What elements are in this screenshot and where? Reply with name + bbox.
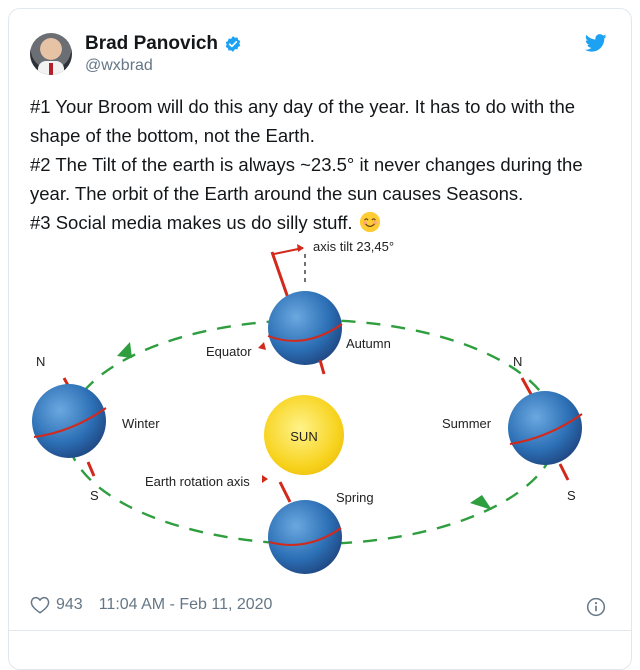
- avatar[interactable]: [30, 33, 72, 75]
- axis-tilt-label: axis tilt 23,45°: [313, 239, 394, 254]
- north-label-right: N: [513, 354, 522, 369]
- orbit-arrow-left: [117, 342, 132, 358]
- winter-label: Winter: [122, 416, 160, 431]
- tilt-arrow: [297, 244, 304, 252]
- earth-autumn: [268, 291, 342, 365]
- tweet-line: #3 Social media makes us do silly stuff.: [30, 212, 353, 233]
- verified-icon: [225, 36, 241, 52]
- tweet-line: #2 The Tilt of the earth is always ~23.5…: [30, 154, 583, 175]
- sun-label: SUN: [290, 429, 317, 444]
- earth-winter: [32, 384, 106, 458]
- equator-pointer: [258, 342, 266, 350]
- orbit-arrow-right: [470, 495, 492, 510]
- rotation-axis-label: Earth rotation axis: [145, 474, 250, 489]
- twitter-bird-icon[interactable]: [585, 34, 607, 52]
- tilt-axis-bottom-top: [278, 481, 292, 503]
- heart-icon[interactable]: [30, 596, 50, 614]
- author-row: Brad Panovich: [85, 33, 242, 55]
- info-icon[interactable]: [586, 597, 606, 617]
- tilt-axis-top-bottom: [318, 359, 326, 375]
- summer-label: Summer: [442, 416, 492, 431]
- tilt-axis-left-bottom: [86, 461, 96, 477]
- earth-summer: [508, 391, 582, 465]
- author-handle[interactable]: @wxbrad: [85, 57, 153, 75]
- tweet-footer: 943 11:04 AM - Feb 11, 2020: [30, 596, 272, 614]
- author-name[interactable]: Brad Panovich: [85, 33, 218, 55]
- spring-label: Spring: [336, 490, 374, 505]
- tweet-text: #1 Your Broom will do this any day of th…: [30, 92, 620, 237]
- autumn-label: Autumn: [346, 336, 391, 351]
- timestamp[interactable]: 11:04 AM - Feb 11, 2020: [99, 596, 273, 614]
- tweet-line: shape of the bottom, not the Earth.: [30, 125, 315, 146]
- footer-divider: [8, 630, 632, 631]
- seasons-diagram[interactable]: SUN axis tilt 23,45° Equator Autumn N S …: [22, 232, 620, 582]
- tilt-axis-right-bottom: [558, 463, 570, 481]
- equator-label: Equator: [206, 344, 252, 359]
- like-count[interactable]: 943: [56, 596, 83, 614]
- earth-spring: [268, 500, 342, 574]
- tilt-axis-top: [270, 251, 290, 299]
- south-label-left: S: [90, 488, 99, 503]
- smile-emoji-icon: [359, 211, 380, 233]
- tweet-line: year. The orbit of the Earth around the …: [30, 183, 524, 204]
- north-label-left: N: [36, 354, 45, 369]
- south-label-right: S: [567, 488, 576, 503]
- rotation-axis-pointer: [262, 475, 268, 483]
- tweet-line: #1 Your Broom will do this any day of th…: [30, 96, 576, 117]
